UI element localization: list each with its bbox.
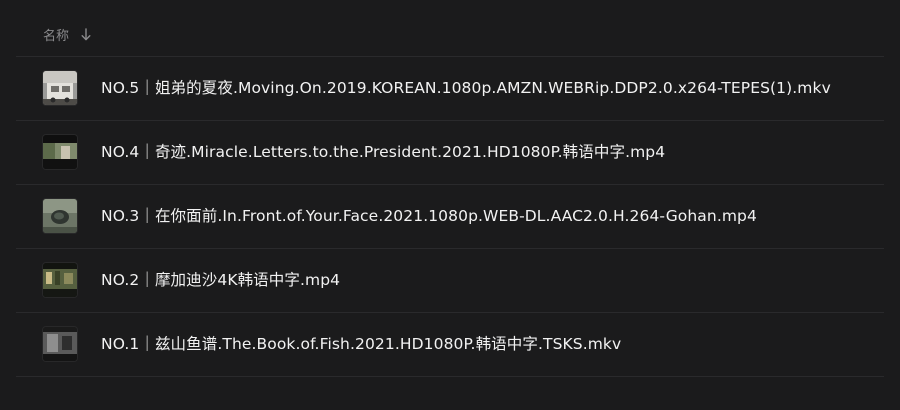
file-row[interactable]: NO.2｜摩加迪沙4K韩语中字.mp4 — [16, 249, 884, 311]
file-row[interactable]: NO.4｜奇迹.Miracle.Letters.to.the.President… — [16, 121, 884, 183]
file-name: NO.4｜奇迹.Miracle.Letters.to.the.President… — [101, 143, 666, 161]
video-thumbnail-icon — [43, 199, 77, 233]
column-header: 名称 — [43, 24, 93, 44]
row-divider — [16, 376, 884, 377]
video-thumbnail-icon — [43, 327, 77, 361]
file-row[interactable]: NO.3｜在你面前.In.Front.of.Your.Face.2021.108… — [16, 185, 884, 247]
name-column-header[interactable]: 名称 — [43, 25, 69, 44]
video-thumbnail-icon — [43, 71, 77, 105]
arrow-down-icon[interactable] — [79, 26, 93, 42]
file-name: NO.3｜在你面前.In.Front.of.Your.Face.2021.108… — [101, 207, 757, 225]
file-name: NO.1｜兹山鱼谱.The.Book.of.Fish.2021.HD1080P.… — [101, 335, 622, 353]
file-name: NO.2｜摩加迪沙4K韩语中字.mp4 — [101, 271, 341, 289]
file-row[interactable]: NO.1｜兹山鱼谱.The.Book.of.Fish.2021.HD1080P.… — [16, 313, 884, 375]
file-row[interactable]: NO.5｜姐弟的夏夜.Moving.On.2019.KOREAN.1080p.A… — [16, 57, 884, 119]
file-name: NO.5｜姐弟的夏夜.Moving.On.2019.KOREAN.1080p.A… — [101, 79, 831, 97]
video-thumbnail-icon — [43, 263, 77, 297]
video-thumbnail-icon — [43, 135, 77, 169]
